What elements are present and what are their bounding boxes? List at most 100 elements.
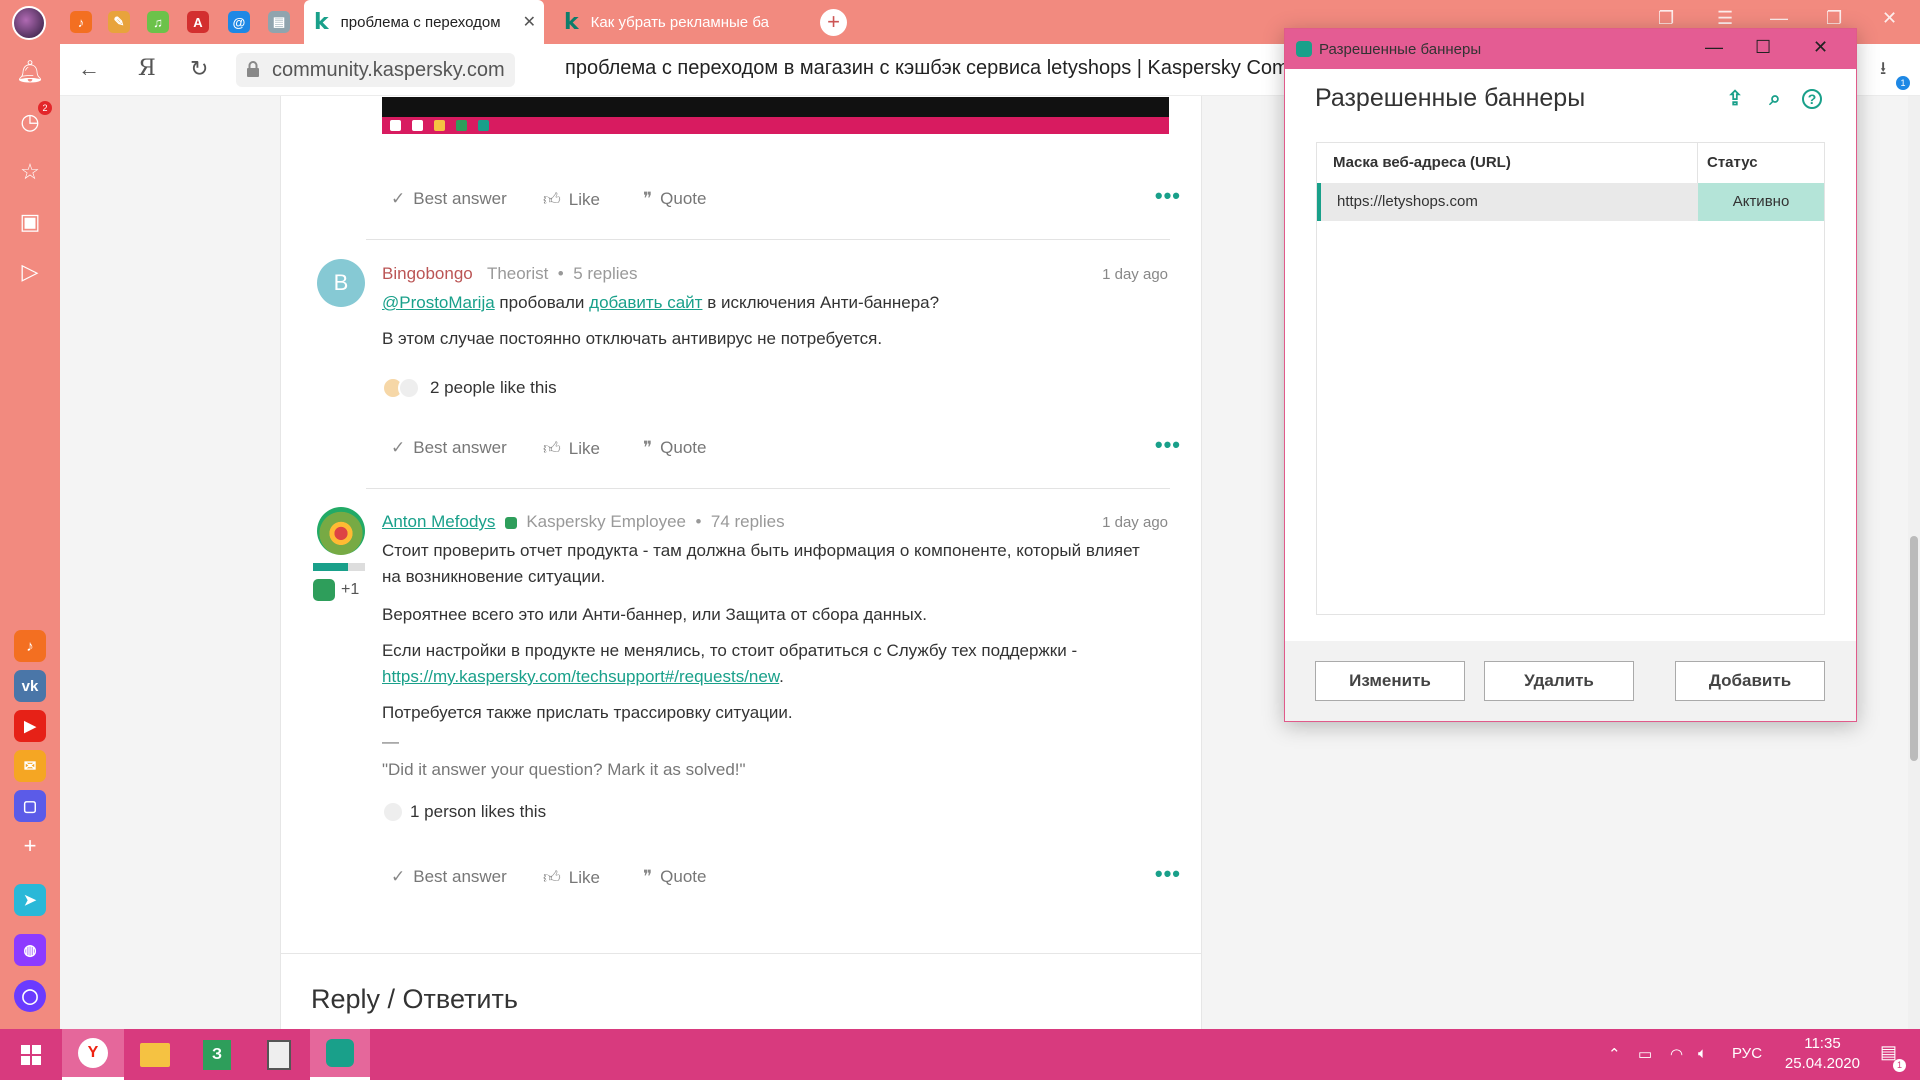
dialog-title-bar[interactable]: Разрешенные баннеры — ☐ ✕ (1285, 29, 1856, 69)
delete-button[interactable]: Удалить (1484, 661, 1634, 701)
checkmark-icon: ✓ (391, 189, 406, 208)
dialog-close-icon[interactable]: ✕ (1813, 37, 1828, 58)
avatar[interactable] (317, 507, 365, 555)
new-tab-button[interactable]: + (820, 9, 847, 36)
pinned-tab-letter-icon[interactable]: A (187, 11, 209, 33)
quote-button[interactable]: ❞ Quote (643, 189, 706, 209)
windows-taskbar: Y З ⌃ ▭ ◠ 🔈︎ РУС 11:35 25.04.2020 ▤ 1 (0, 1029, 1920, 1080)
alice-app-icon[interactable]: ◍ (14, 934, 46, 966)
add-app-icon[interactable]: + (16, 832, 44, 860)
table-row[interactable]: https://letyshops.com Активно (1317, 183, 1824, 221)
tab-banner-article[interactable]: k Как убрать рекламные ба (554, 0, 794, 44)
favorites-star-icon[interactable]: ☆ (16, 158, 44, 186)
help-icon[interactable]: ? (1802, 89, 1822, 109)
more-options-button[interactable]: ••• (1155, 861, 1181, 887)
pinned-tab-document-icon[interactable]: ▤ (268, 11, 290, 33)
like-button[interactable]: 👍︎ Like (543, 867, 600, 888)
dialog-minimize-icon[interactable]: — (1705, 37, 1723, 58)
messenger-app-icon[interactable]: ▢ (14, 790, 46, 822)
assistant-app-icon[interactable]: ◯ (14, 980, 46, 1012)
export-icon[interactable]: ⇪ (1722, 86, 1748, 112)
volume-icon[interactable]: 🔈︎ (1698, 1045, 1707, 1062)
more-options-button[interactable]: ••• (1155, 432, 1181, 458)
pinned-tab-music-icon[interactable]: ♪ (70, 11, 92, 33)
pinned-tab-pencil-icon[interactable]: ✎ (108, 11, 130, 33)
zen-app-icon[interactable]: ➤ (14, 884, 46, 916)
input-language[interactable]: РУС (1732, 1045, 1762, 1062)
techsupport-link[interactable]: https://my.kaspersky.com/techsupport#/re… (382, 667, 779, 686)
add-site-link[interactable]: добавить сайт (589, 293, 702, 312)
reload-icon[interactable]: ↻ (190, 56, 208, 82)
reply-count[interactable]: 5 replies (573, 264, 637, 283)
pinned-tab-mail-icon[interactable]: @ (228, 11, 250, 33)
lock-icon (247, 61, 259, 77)
taskbar-calculator[interactable] (248, 1029, 310, 1080)
attached-screenshot-image[interactable] (382, 97, 1169, 134)
more-options-button[interactable]: ••• (1155, 183, 1181, 209)
post-text: Если настройки в продукте не менялись, т… (382, 641, 1078, 660)
post-paragraph: В этом случае постоянно отключать антиви… (382, 329, 883, 348)
taskbar-kaspersky[interactable] (310, 1029, 370, 1080)
taskbar-yandex-browser[interactable]: Y (62, 1029, 124, 1080)
column-header-url[interactable]: Маска веб-адреса (URL) (1333, 143, 1511, 183)
back-arrow-icon[interactable]: ← (78, 56, 100, 82)
search-icon[interactable]: ⌕ (1762, 86, 1788, 112)
mention-link[interactable]: @ProstoMarija (382, 293, 495, 312)
dialog-maximize-icon[interactable]: ☐ (1755, 37, 1771, 58)
yandex-logo-icon[interactable]: Я (138, 56, 156, 81)
battery-icon[interactable]: ▭ (1638, 1045, 1652, 1063)
column-header-status[interactable]: Статус (1707, 143, 1758, 183)
collections-icon[interactable]: ▣ (16, 208, 44, 236)
video-play-icon[interactable]: ▷ (16, 258, 44, 286)
likes-summary[interactable]: 2 people like this (382, 377, 557, 399)
screenshot-icon (456, 120, 467, 131)
reply-count[interactable]: 74 replies (711, 512, 785, 531)
music-app-icon[interactable]: ♪ (14, 630, 46, 662)
restore-icon[interactable]: ❐ (1826, 8, 1842, 29)
start-button[interactable] (0, 1029, 62, 1080)
post-paragraph: Если настройки в продукте не менялись, т… (382, 638, 1162, 690)
history-clock-icon[interactable]: ◷ (16, 108, 44, 136)
add-button[interactable]: Добавить (1675, 661, 1825, 701)
edit-button[interactable]: Изменить (1315, 661, 1465, 701)
screenshot-icon (390, 120, 401, 131)
url-field[interactable]: community.kaspersky.com (236, 53, 515, 87)
best-answer-label: Best answer (413, 867, 507, 886)
taskbar-file-explorer[interactable] (124, 1029, 186, 1080)
quote-button[interactable]: ❞ Quote (643, 867, 706, 887)
like-button[interactable]: 👍︎ Like (543, 438, 600, 459)
like-button[interactable]: 👍︎ Like (543, 189, 600, 210)
menu-icon[interactable]: ☰ (1717, 8, 1733, 29)
author-name[interactable]: Anton Mefodys (382, 512, 495, 531)
avatar[interactable]: B (317, 259, 365, 307)
notifications-bell-icon[interactable]: 🔔︎ (16, 58, 44, 86)
taskbar-app-3[interactable]: З (186, 1029, 248, 1080)
quote-label: Quote (660, 438, 707, 457)
vk-app-icon[interactable]: vk (14, 670, 46, 702)
likes-summary[interactable]: 1 person likes this (382, 801, 546, 823)
best-answer-button[interactable]: ✓ Best answer (391, 189, 507, 209)
badge-icon[interactable] (313, 579, 335, 601)
page-scrollbar[interactable] (1908, 96, 1920, 1029)
close-tab-icon[interactable]: ✕ (523, 12, 536, 32)
profile-avatar[interactable] (12, 6, 46, 40)
clock[interactable]: 11:35 25.04.2020 (1785, 1034, 1860, 1074)
tray-expand-icon[interactable]: ⌃ (1608, 1045, 1621, 1063)
quote-button[interactable]: ❞ Quote (643, 438, 706, 458)
signature: "Did it answer your question? Mark it as… (382, 760, 746, 779)
mail-app-icon[interactable]: ✉ (14, 750, 46, 782)
author-name[interactable]: Bingobongo (382, 264, 473, 283)
scrollbar-thumb[interactable] (1910, 536, 1918, 761)
youtube-app-icon[interactable]: ▶ (14, 710, 46, 742)
wifi-icon[interactable]: ◠ (1670, 1045, 1683, 1063)
reply-section: Reply / Ответить (280, 953, 1202, 1029)
close-window-icon[interactable]: ✕ (1882, 8, 1897, 29)
downloads-icon[interactable]: ⭳ (1880, 56, 1886, 86)
minimize-icon[interactable]: — (1770, 8, 1788, 29)
best-answer-button[interactable]: ✓ Best answer (391, 438, 507, 458)
best-answer-button[interactable]: ✓ Best answer (391, 867, 507, 887)
pinned-tab-note-icon[interactable]: ♫ (147, 11, 169, 33)
quote-label: Quote (660, 867, 707, 886)
bookmarks-icon[interactable]: ❐ (1658, 8, 1674, 29)
tab-kaspersky-thread[interactable]: k проблема с переходом ✕ (304, 0, 544, 44)
